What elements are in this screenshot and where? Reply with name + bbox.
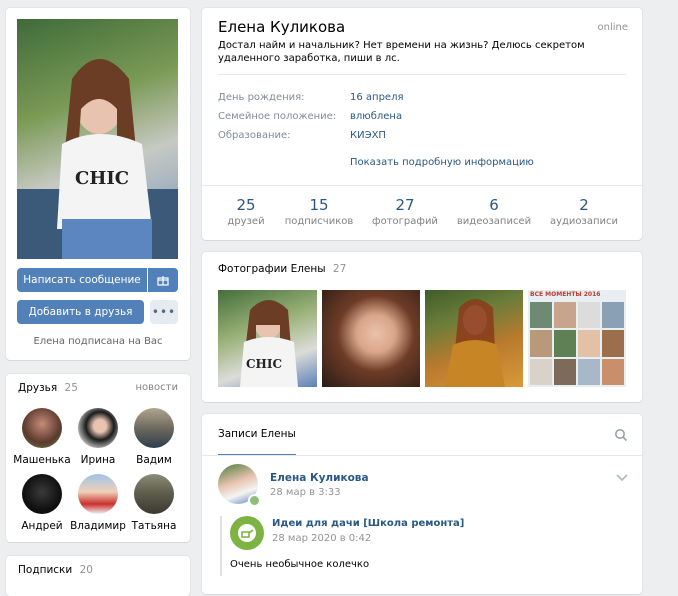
divider bbox=[202, 455, 642, 456]
friends-title: Друзья bbox=[18, 382, 58, 394]
show-more-info-link[interactable]: Показать подробную информацию bbox=[350, 157, 534, 168]
write-message-button[interactable]: Написать сообщение bbox=[17, 268, 147, 292]
friend-name[interactable]: Владимир bbox=[68, 520, 128, 532]
counter-audio-label[interactable]: аудиозаписи bbox=[534, 216, 634, 227]
wall-tab[interactable]: Записи Елены bbox=[218, 414, 296, 456]
profile-photo-image: CHIC bbox=[17, 59, 178, 259]
wall-card: Записи Елены Елена Куликова 28 мар в 3:3… bbox=[202, 414, 642, 594]
wall-search-button[interactable] bbox=[614, 428, 628, 442]
info-label-relationship: Семейное положение: bbox=[218, 111, 337, 122]
write-message-label: Написать сообщение bbox=[23, 274, 141, 286]
photos-count: 27 bbox=[332, 263, 347, 275]
photo-thumb[interactable]: CHIC bbox=[218, 290, 317, 387]
gift-button[interactable] bbox=[148, 268, 178, 292]
info-value-education[interactable]: КИЭХП bbox=[350, 130, 386, 141]
divider bbox=[218, 74, 626, 75]
friend-name[interactable]: Ирина bbox=[68, 454, 128, 466]
subscriptions-count: 20 bbox=[79, 564, 93, 576]
svg-text:CHIC: CHIC bbox=[75, 168, 129, 189]
friend-avatar[interactable] bbox=[134, 408, 174, 448]
friend-name[interactable]: Вадим bbox=[124, 454, 184, 466]
wall-tab-label: Записи Елены bbox=[218, 428, 296, 440]
post-date[interactable]: 28 мар в 3:33 bbox=[270, 487, 341, 498]
counter-followers-num[interactable]: 15 bbox=[279, 196, 359, 214]
counter-videos-num[interactable]: 6 bbox=[454, 196, 534, 214]
divider bbox=[202, 185, 642, 186]
friend-avatar[interactable] bbox=[22, 474, 62, 514]
friends-header[interactable]: Друзья 25 bbox=[18, 382, 78, 394]
subscribed-note: Елена подписана на Вас bbox=[33, 336, 163, 347]
photos-title: Фотографии Елены bbox=[218, 263, 326, 275]
profile-name: Елена Куликова bbox=[218, 18, 346, 36]
photo-thumb[interactable] bbox=[322, 290, 420, 387]
add-friend-button[interactable]: Добавить в друзья bbox=[17, 300, 144, 324]
info-value-birthday[interactable]: 16 апреля bbox=[350, 92, 403, 103]
profile-photo-card: CHIC Написать сообщение Добавить в друзь… bbox=[6, 8, 190, 360]
friend-name[interactable]: Андрей bbox=[12, 520, 72, 532]
photos-header[interactable]: Фотографии Елены 27 bbox=[218, 263, 346, 275]
friends-card: Друзья 25 новости Машенька Ирина Вадим А… bbox=[6, 374, 190, 542]
online-indicator bbox=[248, 494, 261, 507]
collage-caption: ВСЕ МОМЕНТЫ 2016 bbox=[530, 291, 601, 298]
search-icon bbox=[615, 429, 628, 442]
repost-bar bbox=[220, 516, 222, 576]
watering-can-icon bbox=[238, 524, 256, 542]
online-status: online bbox=[597, 22, 628, 33]
repost-group-avatar[interactable] bbox=[230, 516, 264, 550]
post-menu-chevron[interactable] bbox=[616, 472, 628, 485]
info-label-birthday: День рождения: bbox=[218, 92, 305, 103]
friend-name[interactable]: Машенька bbox=[12, 454, 72, 466]
photos-card: Фотографии Елены 27 CHIC ВСЕ МОМЕНТЫ 201… bbox=[202, 252, 642, 402]
friend-name[interactable]: Татьяна bbox=[124, 520, 184, 532]
friends-count: 25 bbox=[64, 382, 78, 394]
counter-followers-label[interactable]: подписчиков bbox=[269, 216, 369, 227]
repost-group-name[interactable]: Идеи для дачи [Школа ремонта] bbox=[272, 518, 464, 529]
add-friend-label: Добавить в друзья bbox=[28, 306, 133, 318]
friend-avatar[interactable] bbox=[22, 408, 62, 448]
photo-thumb[interactable] bbox=[425, 290, 523, 387]
counter-friends-num[interactable]: 25 bbox=[206, 196, 286, 214]
profile-bio: Достал найм и начальник? Нет времени на … bbox=[218, 40, 585, 64]
repost-date[interactable]: 28 мар 2020 в 0:42 bbox=[272, 533, 371, 544]
photo-thumb-image bbox=[445, 299, 505, 387]
info-value-relationship[interactable]: влюблена bbox=[350, 111, 402, 122]
info-label-education: Образование: bbox=[218, 130, 291, 141]
friends-news-link[interactable]: новости bbox=[136, 382, 179, 393]
post-author-name[interactable]: Елена Куликова bbox=[270, 472, 369, 484]
counter-videos-label[interactable]: видеозаписей bbox=[444, 216, 544, 227]
profile-info-card: Елена Куликова online Достал найм и нача… bbox=[202, 8, 642, 240]
repost-text: Очень необычное колечко bbox=[230, 559, 370, 570]
friend-avatar[interactable] bbox=[78, 408, 118, 448]
counter-audio-num[interactable]: 2 bbox=[544, 196, 624, 214]
svg-text:CHIC: CHIC bbox=[246, 357, 282, 371]
counter-photos-label[interactable]: фотографий bbox=[355, 216, 455, 227]
photo-thumb-collage[interactable]: ВСЕ МОМЕНТЫ 2016 bbox=[528, 290, 626, 387]
subscriptions-title: Подписки bbox=[18, 564, 73, 576]
subscriptions-card: Подписки 20 bbox=[6, 556, 190, 596]
subscriptions-header[interactable]: Подписки 20 bbox=[18, 564, 93, 576]
profile-photo[interactable]: CHIC bbox=[17, 19, 178, 259]
more-dots-icon: ••• bbox=[151, 305, 177, 319]
collage-grid bbox=[530, 302, 624, 385]
friend-avatar[interactable] bbox=[134, 474, 174, 514]
friend-avatar[interactable] bbox=[78, 474, 118, 514]
gift-icon bbox=[157, 276, 169, 286]
photo-thumb-image: CHIC bbox=[240, 300, 298, 387]
chevron-down-icon bbox=[616, 474, 628, 482]
more-actions-button[interactable]: ••• bbox=[150, 300, 178, 324]
counter-photos-num[interactable]: 27 bbox=[365, 196, 445, 214]
